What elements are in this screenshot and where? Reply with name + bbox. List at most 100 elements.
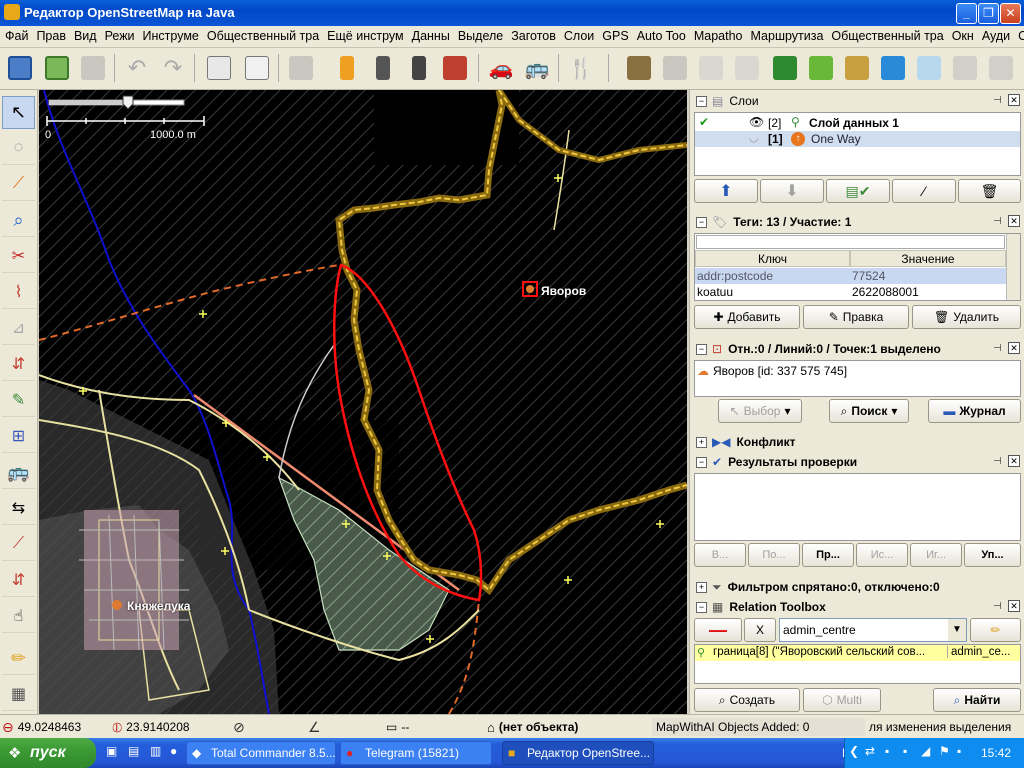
- industrial-icon[interactable]: [622, 51, 656, 85]
- tag-filter-input[interactable]: [696, 235, 1005, 249]
- hidden-eye-icon[interactable]: ◡: [749, 131, 759, 144]
- move-layer-down-button[interactable]: ⬇: [760, 179, 824, 203]
- tray-app-icon[interactable]: ▪: [957, 744, 961, 758]
- filter-panel-header[interactable]: + ⏷ Фильтром спрятано:0, отключено:0: [692, 577, 1023, 597]
- map-canvas[interactable]: [39, 90, 687, 714]
- clear-role-button[interactable]: X: [744, 618, 776, 642]
- zoom-tool-icon[interactable]: ⌕: [2, 204, 35, 237]
- water-icon[interactable]: [876, 51, 910, 85]
- expand-toggle-icon[interactable]: +: [696, 581, 707, 593]
- validation-manage-button[interactable]: Уп...: [964, 543, 1021, 567]
- quicklaunch-icon[interactable]: ▥: [150, 744, 161, 758]
- select-tool-icon[interactable]: ↖: [2, 96, 35, 129]
- layer-row[interactable]: ◡ [1] ↑ One Way: [695, 131, 1020, 147]
- car-icon[interactable]: 🚗: [484, 51, 518, 85]
- close-panel-icon[interactable]: ✕: [1008, 342, 1020, 354]
- selection-panel-header[interactable]: − ⊡ Отн.:0 / Линий:0 / Точек:1 выделено …: [692, 339, 1023, 359]
- parallel-way-icon[interactable]: ⊿: [2, 312, 35, 345]
- menu-item[interactable]: Режи: [100, 26, 138, 43]
- expand-toggle-icon[interactable]: +: [696, 436, 707, 448]
- close-panel-icon[interactable]: ✕: [1008, 600, 1020, 612]
- edit-tag-button[interactable]: ✎ Правка: [803, 305, 909, 329]
- window-title-bar[interactable]: Редактор OpenStreetMap на Java _ ❐ ✕: [0, 0, 1024, 26]
- close-panel-icon[interactable]: ✕: [1008, 94, 1020, 106]
- close-panel-icon[interactable]: ✕: [1008, 455, 1020, 467]
- collapse-toggle-icon[interactable]: −: [696, 456, 707, 468]
- task-total-commander[interactable]: ◆ Total Commander 8.5...: [186, 741, 336, 765]
- search-button[interactable]: ⌕ Поиск ▾: [829, 399, 909, 423]
- buildings-icon[interactable]: ▦: [2, 678, 35, 711]
- menu-item[interactable]: Фай: [0, 26, 31, 43]
- table-row[interactable]: koatuu 2622088001: [695, 284, 1006, 300]
- relation-toolbox-header[interactable]: − ▦ Relation Toolbox ⊣ ✕: [692, 597, 1023, 617]
- find-relation-button[interactable]: ⌕ Найти: [933, 688, 1021, 712]
- task-telegram[interactable]: ● Telegram (15821): [340, 741, 492, 765]
- quicklaunch-icon[interactable]: ●: [170, 744, 177, 758]
- tray-network-icon[interactable]: ⇄: [865, 744, 875, 758]
- select-button[interactable]: ↖ Выбор ▾: [718, 399, 802, 423]
- map-label-yavorov[interactable]: Яворов: [541, 284, 586, 298]
- bus-stop-icon[interactable]: ⇆: [2, 492, 35, 525]
- minimize-button[interactable]: _: [956, 3, 977, 24]
- preset-gray-icon[interactable]: [658, 51, 692, 85]
- menu-item[interactable]: Ауди: [977, 26, 1013, 43]
- menu-item[interactable]: Вид: [69, 26, 100, 43]
- menu-item[interactable]: Справ: [1013, 26, 1024, 43]
- undo-icon[interactable]: ↶: [120, 51, 154, 85]
- restaurant-icon[interactable]: 🍴: [564, 51, 598, 85]
- tags-panel-header[interactable]: − 🏷 Теги: 13 / Участие: 1 ⊣ ✕: [692, 212, 1023, 232]
- map-view[interactable]: 0 1000.0 m Яворов Княжелука: [39, 90, 687, 714]
- close-panel-icon[interactable]: ✕: [1008, 215, 1020, 227]
- validation-results[interactable]: [694, 473, 1021, 541]
- validation-panel-header[interactable]: − ✔ Результаты проверки ⊣ ✕: [692, 452, 1023, 472]
- col-value-header[interactable]: Значение: [850, 250, 1006, 267]
- draw-tool-icon[interactable]: ⟋: [2, 168, 35, 201]
- preferences-icon[interactable]: [240, 51, 274, 85]
- layer-opacity-button[interactable]: ⁄: [892, 179, 956, 203]
- zoom-to-selection-icon[interactable]: [202, 51, 236, 85]
- restore-button[interactable]: ❐: [978, 3, 999, 24]
- pin-icon[interactable]: ⊣: [993, 343, 1005, 355]
- menu-item[interactable]: Окн: [947, 26, 977, 43]
- collapse-toggle-icon[interactable]: −: [696, 216, 707, 228]
- knyazhelyuka-node[interactable]: [112, 600, 122, 610]
- upload-icon[interactable]: [76, 51, 110, 85]
- add-node-icon[interactable]: ✎: [2, 384, 35, 417]
- farmland-icon[interactable]: [840, 51, 874, 85]
- multipolygon-button[interactable]: ⬡ Multi: [803, 688, 881, 712]
- validation-check-button[interactable]: Пр...: [802, 543, 854, 567]
- menu-item[interactable]: GPS: [597, 26, 631, 43]
- start-button[interactable]: ❖ пуск: [0, 738, 96, 768]
- dots-icon[interactable]: [694, 51, 728, 85]
- quicklaunch-icon[interactable]: ▤: [128, 744, 139, 758]
- road-primary-icon[interactable]: [330, 51, 364, 85]
- layers-panel-header[interactable]: − ▤ Слои ⊣ ✕: [692, 91, 1023, 111]
- create-relation-button[interactable]: ⌕ Создать: [694, 688, 800, 712]
- open-file-icon[interactable]: [3, 51, 37, 85]
- bus-route-icon[interactable]: 🚌: [2, 456, 35, 489]
- menu-item[interactable]: Ещё инструм: [322, 26, 406, 43]
- wetland-icon[interactable]: [912, 51, 946, 85]
- menu-item[interactable]: Auto Too: [632, 26, 689, 43]
- table-row[interactable]: ⚲ граница[8] ("Яворовский сельский сов..…: [695, 645, 1020, 661]
- road-secondary-icon[interactable]: [366, 51, 400, 85]
- activate-layer-button[interactable]: ▤✔: [826, 179, 890, 203]
- delete-tag-button[interactable]: 🗑 Удалить: [912, 305, 1021, 329]
- pin-icon[interactable]: ⊣: [993, 216, 1005, 228]
- close-toolbar-icon[interactable]: [984, 51, 1018, 85]
- latitude-field[interactable]: ⊖ 49.0248463: [2, 718, 81, 736]
- route-draw-icon[interactable]: ⟋: [2, 528, 35, 561]
- close-window-button[interactable]: ✕: [1000, 3, 1021, 24]
- task-josm[interactable]: ■ Редактор OpenStree...: [502, 741, 654, 765]
- lasso-tool-icon[interactable]: ◌: [2, 132, 35, 165]
- pencil-icon[interactable]: ✏: [2, 642, 35, 675]
- menu-item[interactable]: Данны: [407, 26, 453, 43]
- edit-relation-button[interactable]: ✏: [970, 618, 1021, 642]
- history-button[interactable]: ▬ Журнал: [928, 399, 1021, 423]
- collapse-toggle-icon[interactable]: −: [696, 343, 707, 355]
- pin-icon[interactable]: ⊣: [993, 456, 1005, 468]
- collapse-toggle-icon[interactable]: −: [696, 95, 707, 107]
- validation-ignore-button[interactable]: Иг...: [910, 543, 962, 567]
- quicklaunch-icon[interactable]: ▣: [106, 744, 117, 758]
- chevron-down-icon[interactable]: ▼: [948, 619, 966, 641]
